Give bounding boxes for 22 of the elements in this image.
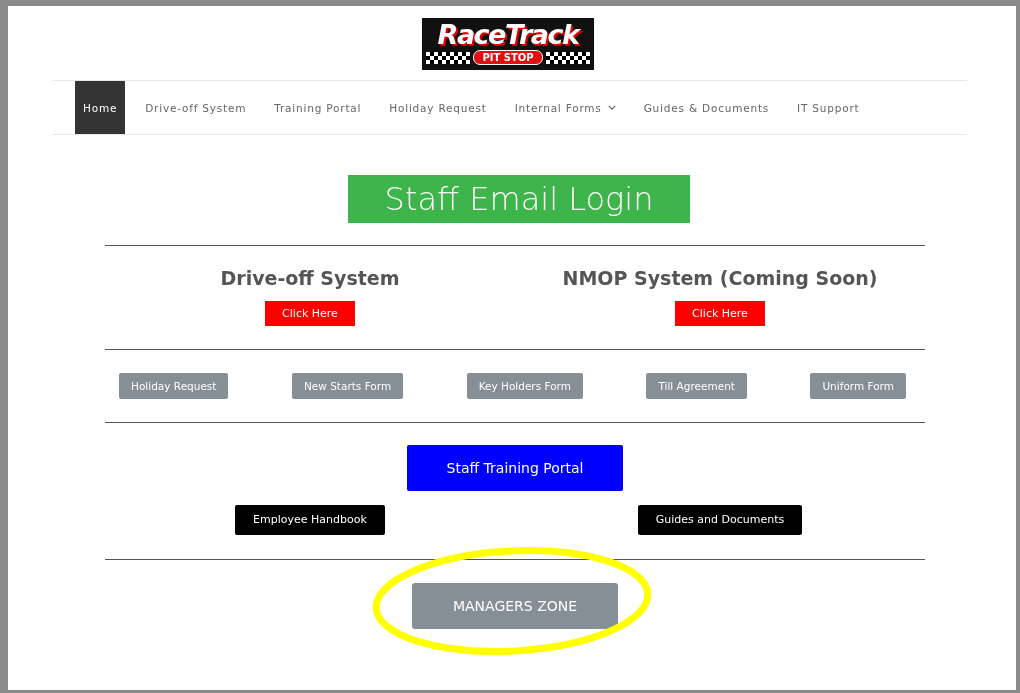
document-button[interactable]: Guides and Documents <box>637 505 803 535</box>
chevron-down-icon <box>607 105 616 110</box>
click-here-button[interactable]: Click Here <box>265 301 355 326</box>
nav-link[interactable]: Home <box>75 81 126 134</box>
form-button[interactable]: Holiday Request <box>119 373 229 399</box>
section-heading: Drive-off System <box>220 266 400 290</box>
logo[interactable]: RaceTrack PIT STOP <box>422 18 594 70</box>
document-button[interactable]: Employee Handbook <box>235 505 385 535</box>
form-button[interactable]: Till Agreement <box>646 373 747 399</box>
nav-link[interactable]: IT Support <box>783 81 874 134</box>
nav-link[interactable]: Holiday Request <box>375 81 501 134</box>
form-button[interactable]: New Starts Form <box>291 373 404 399</box>
managers-zone-button[interactable]: MANAGERS ZONE <box>412 583 618 629</box>
training-portal-button[interactable]: Staff Training Portal <box>407 445 623 491</box>
form-button[interactable]: Key Holders Form <box>466 373 583 399</box>
click-here-button[interactable]: Click Here <box>675 301 765 326</box>
section-heading: NMOP System (Coming Soon) <box>562 266 878 290</box>
form-button[interactable]: Uniform Form <box>810 373 906 399</box>
nav-link[interactable]: Internal Forms <box>500 81 630 134</box>
nav-link[interactable]: Drive-off System <box>131 81 261 134</box>
nav-link[interactable]: Guides & Documents <box>629 81 784 134</box>
nav-link[interactable]: Training Portal <box>260 81 376 134</box>
